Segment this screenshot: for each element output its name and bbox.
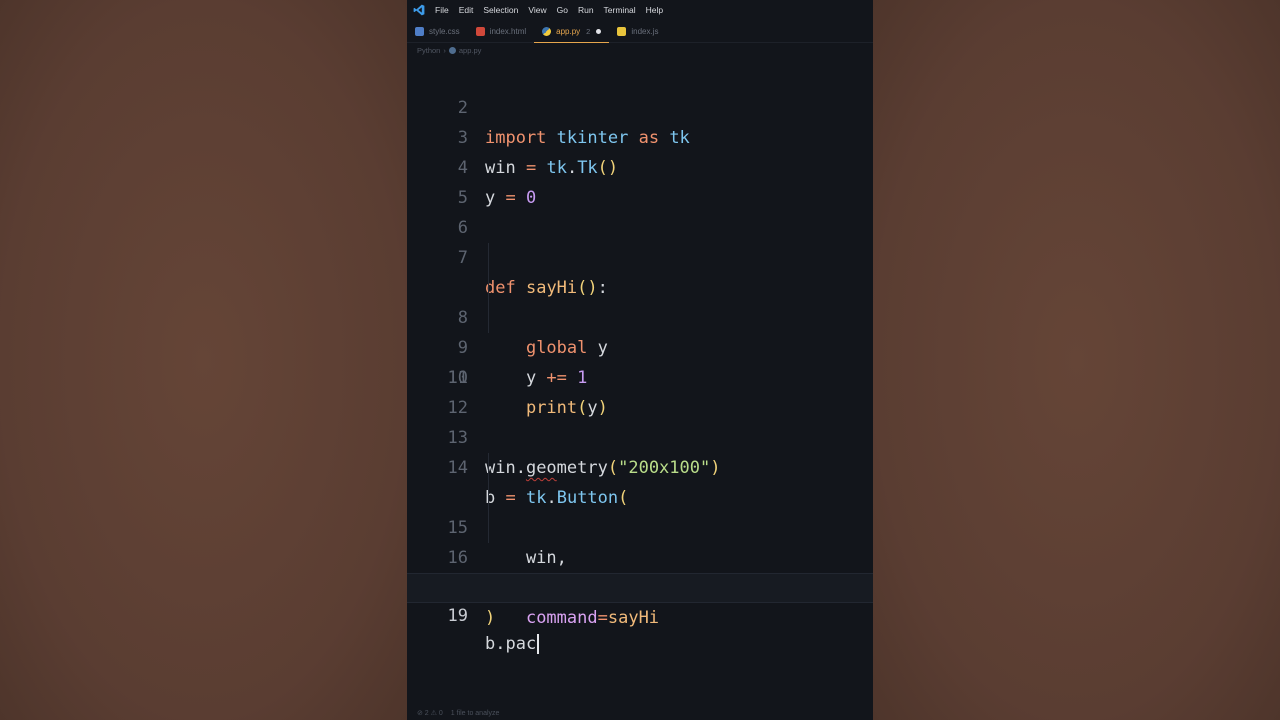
text-cursor	[537, 634, 540, 654]
menu-edit[interactable]: Edit	[459, 5, 474, 15]
code-line: 10 print(y)	[407, 303, 873, 418]
code-line: 17 command=sayHi	[407, 513, 873, 628]
tab-index-html[interactable]: index.html	[468, 20, 534, 42]
tab-style-css[interactable]: style.css	[407, 20, 468, 42]
analysis-status[interactable]: 1 file to analyze	[451, 710, 500, 717]
indent-guide	[488, 243, 489, 273]
indent-guide	[488, 303, 489, 333]
problem-count-badge: 2	[586, 26, 591, 36]
menu-run[interactable]: Run	[578, 5, 594, 15]
chevron-right-icon: ›	[443, 45, 446, 55]
code-line: 13 win.geometry("200x100")	[407, 393, 873, 478]
code-text: b.pac	[485, 630, 540, 658]
code-editor-window: File Edit Selection View Go Run Terminal…	[407, 0, 873, 720]
backdrop-right	[873, 0, 1280, 720]
code-line: 8 global y	[407, 243, 873, 358]
tab-label: index.html	[489, 26, 527, 36]
indent-guide	[488, 273, 489, 303]
code-line: 2 import tkinter as tk	[407, 63, 873, 148]
code-line: 14 b = tk.Button(	[407, 423, 873, 508]
menu-view[interactable]: View	[528, 5, 546, 15]
indent-guide	[488, 513, 489, 543]
indent-guide	[488, 483, 489, 513]
js-file-icon	[617, 26, 627, 36]
menu-go[interactable]: Go	[557, 5, 568, 15]
unsaved-dot-icon[interactable]	[596, 28, 602, 34]
indent-guide	[488, 453, 489, 483]
breadcrumb-file[interactable]: app.py	[459, 46, 482, 55]
menu-selection[interactable]: Selection	[483, 5, 518, 15]
tab-app-py[interactable]: app.py 2	[534, 20, 610, 43]
code-line: 12	[407, 363, 873, 418]
status-bar: ⊘ 2 ⚠ 0 1 file to analyze	[407, 706, 873, 720]
code-line: 7 def sayHi():	[407, 213, 873, 298]
code-line: 4 y = 0	[407, 123, 873, 208]
line-number: 19	[447, 606, 468, 626]
python-file-icon	[448, 46, 456, 54]
menu-help[interactable]: Help	[646, 5, 663, 15]
python-file-icon	[542, 26, 552, 36]
breadcrumb-language[interactable]: Python	[417, 46, 440, 55]
backdrop-left	[0, 0, 407, 720]
code-line: 11	[407, 333, 873, 388]
code-line: 5	[407, 153, 873, 208]
code-line: 16 text='click here',	[407, 483, 873, 598]
code-area[interactable]: 2 import tkinter as tk 3 win = tk.Tk() 4…	[407, 63, 873, 654]
code-line: 6	[407, 183, 873, 238]
tab-label: index.js	[631, 26, 659, 36]
editor-tab-bar: style.css index.html app.py 2 index.js	[407, 20, 873, 43]
tab-index-js[interactable]: index.js	[609, 20, 666, 42]
code-line: 15 win,	[407, 453, 873, 568]
breadcrumb: Python › app.py	[407, 43, 873, 57]
code-line: 3 win = tk.Tk()	[407, 93, 873, 178]
tab-label: app.py	[556, 26, 581, 36]
vscode-logo-icon	[413, 4, 425, 16]
code-line: 9 y += 1	[407, 273, 873, 388]
code-text: command=sayHi	[525, 608, 660, 628]
problems-indicator[interactable]: ⊘ 2 ⚠ 0	[417, 709, 443, 717]
current-code-line: 19 b.pac	[407, 573, 873, 654]
tab-label: style.css	[429, 26, 460, 36]
code-line: 18 )	[407, 543, 873, 628]
css-file-icon	[415, 26, 424, 36]
code-text: )	[485, 608, 496, 628]
html-file-icon	[475, 26, 485, 36]
menu-terminal[interactable]: Terminal	[604, 5, 636, 15]
menu-file[interactable]: File	[435, 5, 449, 15]
menu-bar: File Edit Selection View Go Run Terminal…	[407, 0, 873, 20]
